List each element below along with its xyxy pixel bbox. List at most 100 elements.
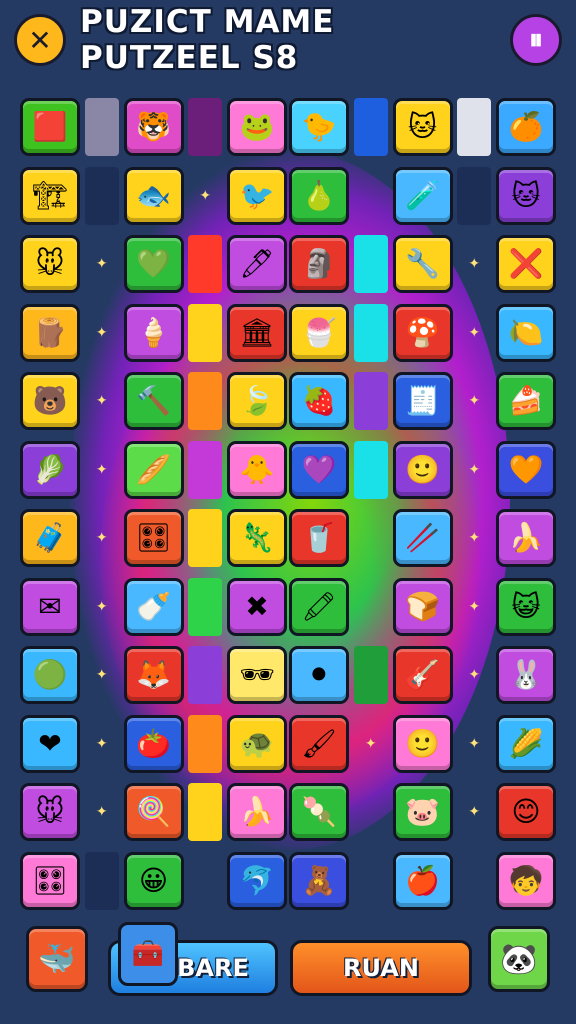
game-tile[interactable]: 🙂 [392, 440, 453, 499]
game-tile[interactable]: 🍧 [289, 303, 349, 362]
game-tile[interactable]: 😀 [123, 851, 184, 910]
game-tile[interactable]: 🍰 [496, 372, 556, 431]
game-tile[interactable]: 🥖 [123, 440, 184, 499]
board-cell: 🐱 [392, 94, 453, 161]
game-tile[interactable]: 🐬 [227, 851, 287, 910]
game-tile[interactable]: 🐯 [123, 98, 184, 157]
game-tile[interactable]: 🍌 [496, 509, 556, 568]
game-tile[interactable]: 🥬 [20, 440, 80, 499]
panda-tile[interactable]: 🐼 [488, 926, 550, 992]
game-tile[interactable]: 🧳 [20, 509, 80, 568]
game-tile[interactable]: 😺 [496, 577, 556, 636]
game-tile[interactable]: 🐸 [227, 98, 287, 157]
game-tile[interactable]: 🐻 [20, 372, 80, 431]
game-tile[interactable]: 🍓 [289, 372, 349, 431]
game-tile[interactable]: 🧾 [392, 372, 453, 431]
game-tile[interactable]: 🦊 [123, 646, 184, 705]
game-tile[interactable]: 🎛 [20, 851, 80, 910]
game-tile[interactable]: 🖌 [289, 714, 349, 773]
board-cell: ✦ [351, 711, 391, 778]
game-tile[interactable]: 🐢 [227, 714, 287, 773]
game-tile[interactable]: 🥤 [289, 509, 349, 568]
game-tile[interactable]: 🧪 [392, 166, 453, 225]
game-tile[interactable]: 🌽 [496, 714, 556, 773]
whale-tile[interactable]: 🐳 [26, 926, 88, 992]
game-tile[interactable]: 🗿 [289, 235, 349, 294]
game-tile[interactable]: 🐷 [392, 783, 453, 842]
game-tile[interactable]: 💜 [289, 440, 349, 499]
game-tile[interactable]: 🐤 [289, 98, 349, 157]
game-tile[interactable]: 🍼 [123, 577, 184, 636]
game-tile[interactable]: 🧸 [289, 851, 349, 910]
game-tile[interactable]: 🐦 [227, 166, 287, 225]
close-button[interactable]: ✕ [14, 14, 66, 66]
game-tile[interactable]: ✉ [20, 577, 80, 636]
board-cell: 🏛 [227, 300, 287, 367]
color-strip [188, 577, 223, 636]
pause-button[interactable]: ⏸ [510, 14, 562, 66]
board-cell: 🐰 [496, 642, 556, 709]
board-cell: 🙂 [392, 711, 453, 778]
game-tile[interactable]: 🕶 [227, 646, 287, 705]
game-tile[interactable]: 🎛 [123, 509, 184, 568]
game-tile[interactable]: 🟥 [20, 98, 80, 157]
game-tile[interactable]: 🟢 [20, 646, 80, 705]
puzzle-board: 🟥 🐯 🐸 🐤 🐱 🍊 🏗 🐟 ✦ 🐦 🍐 🧪 🐱 🐭 ✦ 💚 🖊 🗿 🔧 ✦ ❌ 🪵 ✦ 🍦 🏛 🍧 🍄 ✦ 🍋 🐻 ✦ 🔨 🍃 🍓 🧾 ✦ 🍰 🥬 ✦ 🥖… [20, 94, 556, 914]
game-tile[interactable]: 🍭 [123, 783, 184, 842]
board-cell [186, 231, 226, 298]
board-cell: ✦ [82, 437, 122, 504]
run-button[interactable]: RUAN [290, 940, 472, 996]
game-tile[interactable]: 🧒 [496, 851, 556, 910]
game-tile[interactable]: 🐭 [20, 783, 80, 842]
game-tile[interactable]: 🪵 [20, 303, 80, 362]
game-tile[interactable]: 🐭 [20, 235, 80, 294]
game-tile[interactable]: 🍌 [227, 783, 287, 842]
game-tile[interactable]: 🍃 [227, 372, 287, 431]
ticket-icon: 🧾 [405, 384, 440, 418]
game-tile[interactable]: 🍡 [289, 783, 349, 842]
board-cell: 🐟 [123, 163, 184, 230]
board-cell: 🕶 [227, 642, 287, 709]
game-tile[interactable]: 💚 [123, 235, 184, 294]
game-tile[interactable]: 🧡 [496, 440, 556, 499]
sparkle-icon: ✦ [199, 187, 212, 204]
game-tile[interactable]: 🍐 [289, 166, 349, 225]
game-tile[interactable]: ❌ [496, 235, 556, 294]
game-tile[interactable]: 🍎 [392, 851, 453, 910]
game-tile[interactable]: 🔧 [392, 235, 453, 294]
board-cell: 🧒 [496, 848, 556, 915]
game-tile[interactable]: 🔨 [123, 372, 184, 431]
game-tile[interactable]: 🏗 [20, 166, 80, 225]
game-tile[interactable]: 🍦 [123, 303, 184, 362]
game-tile[interactable]: 😊 [496, 783, 556, 842]
game-tile[interactable]: 🍄 [392, 303, 453, 362]
sparkle-icon: ✦ [468, 530, 481, 547]
game-tile[interactable]: 🍋 [496, 303, 556, 362]
game-tile[interactable]: 🐱 [496, 166, 556, 225]
lollipop-icon: 🍭 [136, 795, 171, 829]
game-tile[interactable]: 🐰 [496, 646, 556, 705]
game-tile[interactable]: 🥢 [392, 509, 453, 568]
board-cell: 💚 [123, 231, 184, 298]
game-tile[interactable]: 🍊 [496, 98, 556, 157]
game-tile[interactable]: ⚫ [289, 646, 349, 705]
game-tile[interactable]: 🖍 [289, 577, 349, 636]
game-tile[interactable]: 🦎 [227, 509, 287, 568]
game-tile[interactable]: ✖ [227, 577, 287, 636]
board-cell: 🍦 [123, 300, 184, 367]
color-strip [188, 783, 223, 842]
game-tile[interactable]: 🐟 [123, 166, 184, 225]
toolbox-tile[interactable]: 🧰 [118, 922, 178, 986]
game-tile[interactable]: 🍞 [392, 577, 453, 636]
game-tile[interactable]: 🙂 [392, 714, 453, 773]
game-tile[interactable]: 🎸 [392, 646, 453, 705]
envelope-icon: ✉ [38, 589, 62, 623]
game-tile[interactable]: 🏛 [227, 303, 287, 362]
game-tile[interactable]: 🖊 [227, 235, 287, 294]
game-tile[interactable]: 🐱 [392, 98, 453, 157]
game-tile[interactable]: ❤ [20, 714, 80, 773]
game-tile[interactable]: 🍅 [123, 714, 184, 773]
color-strip [188, 235, 223, 294]
game-tile[interactable]: 🐥 [227, 440, 287, 499]
pig-icon: 🐷 [405, 795, 440, 829]
